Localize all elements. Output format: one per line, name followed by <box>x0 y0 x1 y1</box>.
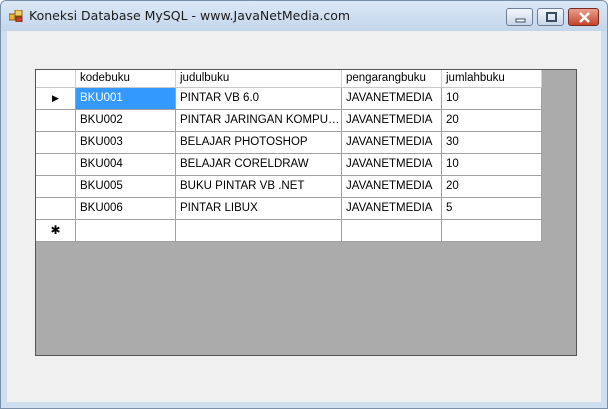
column-header-judulbuku[interactable]: judulbuku <box>176 70 342 88</box>
row-header[interactable] <box>36 198 76 220</box>
minimize-icon <box>515 18 526 23</box>
new-row-asterisk-icon: ✱ <box>50 223 61 237</box>
grid-cell-pengarangbuku[interactable]: JAVANETMEDIA <box>342 110 442 132</box>
grid-cell-jumlahbuku[interactable]: 20 <box>442 176 542 198</box>
grid-cell-pengarangbuku[interactable]: JAVANETMEDIA <box>342 88 442 110</box>
grid-cell-pengarangbuku[interactable]: JAVANETMEDIA <box>342 132 442 154</box>
maximize-icon <box>546 12 557 22</box>
grid-cell-judulbuku[interactable]: PINTAR VB 6.0 <box>176 88 342 110</box>
new-row-cell-kodebuku[interactable] <box>76 220 176 242</box>
grid-cell-kodebuku[interactable]: BKU003 <box>76 132 176 154</box>
row-header-new[interactable]: ✱ <box>36 220 76 242</box>
grid-cell-judulbuku[interactable]: PINTAR LIBUX <box>176 198 342 220</box>
table-row[interactable]: BKU002 PINTAR JARINGAN KOMPUT... JAVANET… <box>36 110 542 132</box>
minimize-button[interactable] <box>506 8 533 26</box>
new-row-cell-jumlahbuku[interactable] <box>442 220 542 242</box>
column-header-jumlahbuku[interactable]: jumlahbuku <box>442 70 542 88</box>
grid-cell-kodebuku[interactable]: BKU002 <box>76 110 176 132</box>
grid-cell-pengarangbuku[interactable]: JAVANETMEDIA <box>342 176 442 198</box>
row-header[interactable] <box>36 176 76 198</box>
grid-corner-header[interactable] <box>36 70 76 88</box>
row-header[interactable] <box>36 154 76 176</box>
grid-cell-pengarangbuku[interactable]: JAVANETMEDIA <box>342 198 442 220</box>
grid-cell-jumlahbuku[interactable]: 20 <box>442 110 542 132</box>
close-icon <box>579 12 590 23</box>
grid-cell-jumlahbuku[interactable]: 5 <box>442 198 542 220</box>
main-window: Koneksi Database MySQL - www.JavaNetMedi… <box>0 0 608 409</box>
close-button[interactable] <box>568 8 599 26</box>
grid-cell-judulbuku[interactable]: BELAJAR CORELDRAW <box>176 154 342 176</box>
app-icon <box>9 10 23 22</box>
table-row[interactable]: ▶ BKU001 PINTAR VB 6.0 JAVANETMEDIA 10 <box>36 88 542 110</box>
grid-cell-kodebuku[interactable]: BKU004 <box>76 154 176 176</box>
new-row-cell-judulbuku[interactable] <box>176 220 342 242</box>
row-header-current[interactable]: ▶ <box>36 88 76 110</box>
table-row[interactable]: BKU006 PINTAR LIBUX JAVANETMEDIA 5 <box>36 198 542 220</box>
grid-cell-jumlahbuku[interactable]: 10 <box>442 88 542 110</box>
row-header[interactable] <box>36 110 76 132</box>
maximize-button[interactable] <box>537 8 564 26</box>
table-row[interactable]: BKU004 BELAJAR CORELDRAW JAVANETMEDIA 10 <box>36 154 542 176</box>
new-row[interactable]: ✱ <box>36 220 542 242</box>
grid-cell-pengarangbuku[interactable]: JAVANETMEDIA <box>342 154 442 176</box>
grid-cell-jumlahbuku[interactable]: 10 <box>442 154 542 176</box>
grid-cell-judulbuku[interactable]: BUKU PINTAR VB .NET <box>176 176 342 198</box>
grid-cell-kodebuku[interactable]: BKU001 <box>76 88 176 110</box>
window-title: Koneksi Database MySQL - www.JavaNetMedi… <box>29 8 351 23</box>
current-row-arrow-icon: ▶ <box>52 93 59 103</box>
row-header[interactable] <box>36 132 76 154</box>
new-row-cell-pengarangbuku[interactable] <box>342 220 442 242</box>
column-header-pengarangbuku[interactable]: pengarangbuku <box>342 70 442 88</box>
form-client-area: kodebuku judulbuku pengarangbuku jumlahb… <box>7 31 601 402</box>
title-bar[interactable]: Koneksi Database MySQL - www.JavaNetMedi… <box>1 1 607 31</box>
table-row[interactable]: BKU003 BELAJAR PHOTOSHOP JAVANETMEDIA 30 <box>36 132 542 154</box>
grid-cell-jumlahbuku[interactable]: 30 <box>442 132 542 154</box>
data-grid-view[interactable]: kodebuku judulbuku pengarangbuku jumlahb… <box>35 69 577 356</box>
column-header-kodebuku[interactable]: kodebuku <box>76 70 176 88</box>
table-row[interactable]: BKU005 BUKU PINTAR VB .NET JAVANETMEDIA … <box>36 176 542 198</box>
grid-cell-judulbuku[interactable]: BELAJAR PHOTOSHOP <box>176 132 342 154</box>
grid-cell-kodebuku[interactable]: BKU005 <box>76 176 176 198</box>
grid-cell-kodebuku[interactable]: BKU006 <box>76 198 176 220</box>
grid-cell-judulbuku[interactable]: PINTAR JARINGAN KOMPUT... <box>176 110 342 132</box>
